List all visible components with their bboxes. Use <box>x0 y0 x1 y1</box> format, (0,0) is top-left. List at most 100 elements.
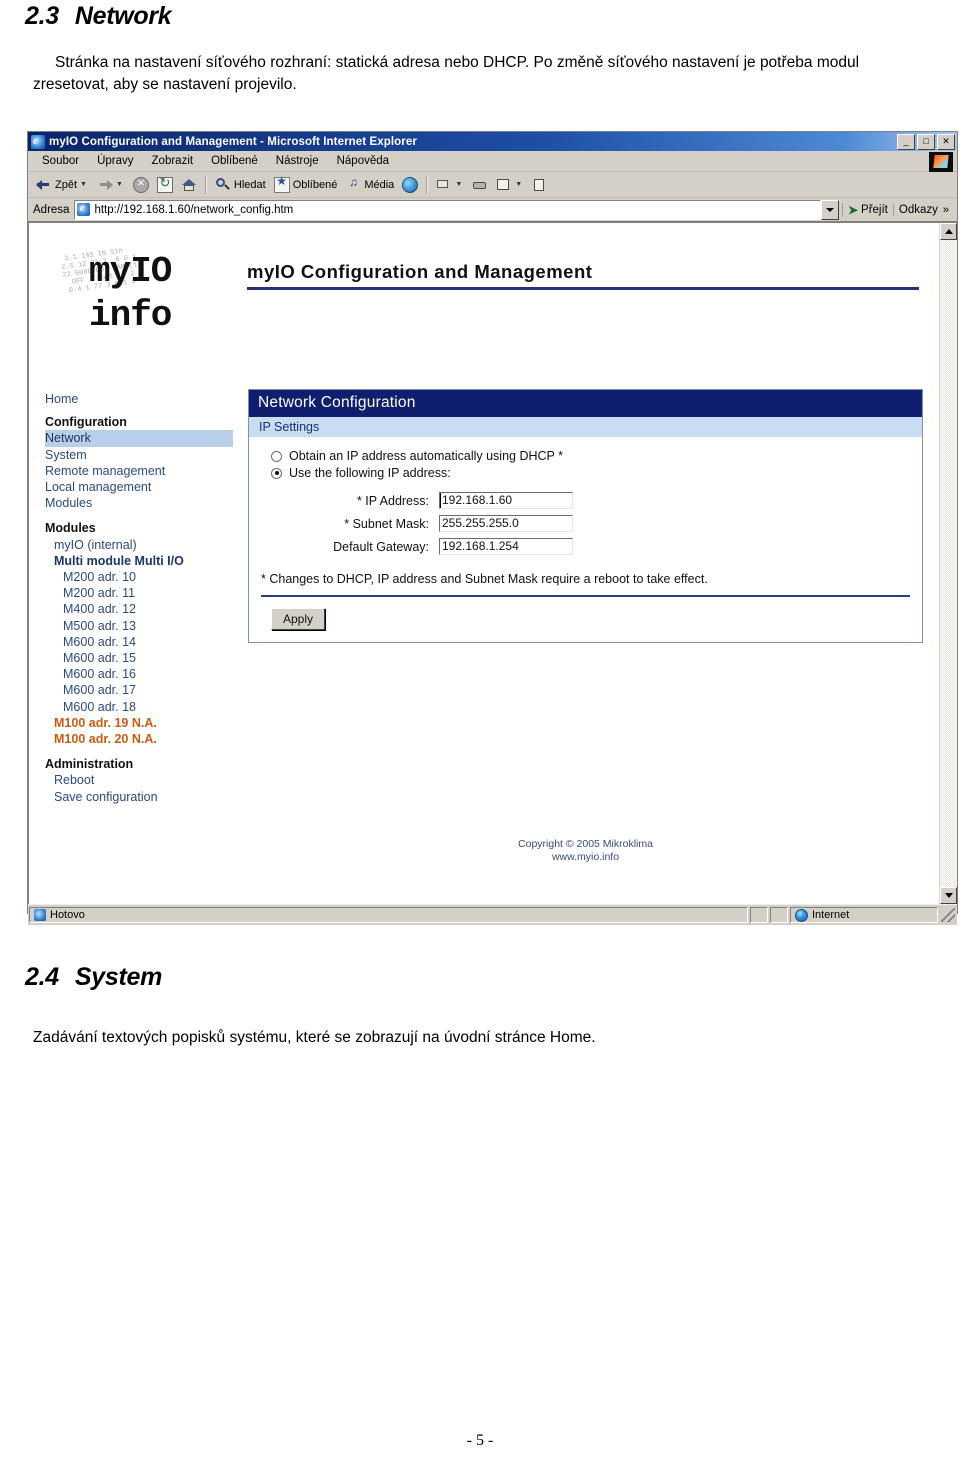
sidebar-item-module-2[interactable]: M400 adr. 12 <box>45 601 241 617</box>
sidebar-item-system[interactable]: System <box>45 447 241 463</box>
apply-button[interactable]: Apply <box>271 608 325 630</box>
sidebar-group-administration: Administration <box>45 757 134 772</box>
sidebar-item-module-6[interactable]: M600 adr. 16 <box>45 666 241 682</box>
chevron-down-icon <box>945 893 953 898</box>
status-pane-3 <box>770 907 788 923</box>
address-input[interactable]: http://192.168.1.60/network_config.htm <box>74 199 821 220</box>
links-button[interactable]: Odkazy » <box>892 203 954 216</box>
maximize-button[interactable]: □ <box>917 134 935 150</box>
ip-address-label: * IP Address: <box>356 493 429 508</box>
sidebar-item-module-5[interactable]: M600 adr. 15 <box>45 650 241 666</box>
globe-icon <box>795 908 808 922</box>
browser-toolbar: Zpět ▼ ▼ Hledat Oblíbené Média ▼ <box>28 172 957 198</box>
back-dropdown-icon[interactable]: ▼ <box>80 181 87 188</box>
home-button[interactable] <box>177 176 201 194</box>
edit-button[interactable]: ▼ <box>492 176 528 194</box>
media-button-label: Média <box>364 178 395 191</box>
print-button[interactable] <box>468 176 492 194</box>
radio-dhcp-icon[interactable] <box>271 450 282 462</box>
sidebar-item-save-configuration[interactable]: Save configuration <box>45 789 241 805</box>
menu-item-zobrazit[interactable]: Zobrazit <box>143 154 203 168</box>
menu-item-napoveda[interactable]: Nápověda <box>328 154 398 168</box>
search-button[interactable]: Hledat <box>211 176 270 194</box>
close-button[interactable]: ✕ <box>937 134 955 150</box>
browser-addressbar: Adresa http://192.168.1.60/network_confi… <box>28 198 957 222</box>
menu-item-upravy[interactable]: Úpravy <box>88 154 142 168</box>
forward-dropdown-icon[interactable]: ▼ <box>116 181 123 188</box>
sidebar-item-module-3[interactable]: M500 adr. 13 <box>45 618 241 634</box>
scrollbar-track[interactable] <box>940 240 957 887</box>
chevron-up-icon <box>945 229 953 234</box>
sidebar-item-reboot[interactable]: Reboot <box>45 772 241 788</box>
menu-item-soubor[interactable]: Soubor <box>33 154 88 168</box>
sidebar-item-local-management[interactable]: Local management <box>45 479 241 495</box>
scroll-down-button[interactable] <box>940 887 957 904</box>
section-paragraph-system: Zadávání textových popisků systému, kter… <box>33 1029 596 1046</box>
menu-item-oblibene[interactable]: Oblíbené <box>202 154 267 168</box>
stop-button[interactable] <box>129 175 153 194</box>
default-gateway-input[interactable]: 192.168.1.254 <box>439 538 573 555</box>
printer-icon <box>472 177 488 193</box>
scroll-up-button[interactable] <box>940 223 957 240</box>
status-ie-icon <box>34 909 46 921</box>
media-button[interactable]: Média <box>341 175 398 194</box>
address-dropdown-button[interactable] <box>820 199 839 220</box>
back-button-label: Zpět <box>55 178 78 191</box>
radio-static-ip-icon[interactable] <box>271 467 282 479</box>
minimize-button[interactable]: _ <box>897 134 915 150</box>
vertical-scrollbar[interactable] <box>939 223 957 904</box>
section-number: 2.3 <box>25 2 59 30</box>
refresh-button[interactable] <box>153 175 177 194</box>
sidebar-item-multi-module[interactable]: Multi module Multi I/O <box>45 553 241 569</box>
sidebar-item-module-8[interactable]: M600 adr. 18 <box>45 699 241 715</box>
sidebar-item-remote-management[interactable]: Remote management <box>45 463 241 479</box>
mail-button[interactable]: ▼ <box>432 176 468 194</box>
mail-dropdown-icon[interactable]: ▼ <box>455 181 462 188</box>
browser-viewport: 3.1 145 IN 51n 2.5 12 01.1 6 0 1 22 5086… <box>28 222 957 904</box>
website-link[interactable]: www.myio.info <box>248 851 923 864</box>
ip-address-input[interactable]: 192.168.1.60 <box>439 492 573 509</box>
sidebar-item-home[interactable]: Home <box>45 391 241 407</box>
sidebar-item-network[interactable]: Network <box>45 430 233 447</box>
radio-row-static-ip[interactable]: Use the following IP address: <box>271 466 910 480</box>
history-clock-icon <box>402 176 419 193</box>
status-pane-2 <box>750 907 768 923</box>
forward-button[interactable]: ▼ <box>93 176 129 194</box>
subnet-mask-input[interactable]: 255.255.255.0 <box>439 515 573 532</box>
browser-titlebar: myIO Configuration and Management - Micr… <box>28 132 957 151</box>
home-icon <box>181 177 197 193</box>
menu-item-nastroje[interactable]: Nástroje <box>267 154 328 168</box>
discuss-button[interactable] <box>528 176 552 194</box>
go-arrow-icon: ➤ <box>847 202 859 217</box>
ip-settings-table: * IP Address: 192.168.1.60 * Subnet Mask… <box>261 489 573 558</box>
security-zone-text: Internet <box>812 909 850 921</box>
sidebar-item-module-0[interactable]: M200 adr. 10 <box>45 569 241 585</box>
security-zone-pane[interactable]: Internet <box>790 907 938 923</box>
window-title: myIO Configuration and Management - Micr… <box>49 135 417 148</box>
edit-dropdown-icon[interactable]: ▼ <box>515 181 522 188</box>
sidebar-item-modules[interactable]: Modules <box>45 495 241 511</box>
media-note-icon <box>345 175 361 193</box>
sidebar-item-module-7[interactable]: M600 adr. 17 <box>45 682 241 698</box>
history-button[interactable] <box>398 176 422 194</box>
go-button[interactable]: ➤ Přejít <box>841 202 893 217</box>
table-row: * IP Address: 192.168.1.60 <box>261 489 573 512</box>
sidebar-item-myio-internal[interactable]: myIO (internal) <box>45 537 241 553</box>
ip-address-cell: 192.168.1.60 <box>439 489 573 512</box>
resize-grip[interactable] <box>941 908 955 922</box>
edit-page-icon <box>496 177 512 193</box>
maximize-icon: □ <box>923 136 929 146</box>
sidebar-item-module-10[interactable]: M100 adr. 20 N.A. <box>45 731 241 747</box>
webpage-canvas: 3.1 145 IN 51n 2.5 12 01.1 6 0 1 22 5086… <box>29 223 940 904</box>
sidebar-item-module-1[interactable]: M200 adr. 11 <box>45 585 241 601</box>
toolbar-separator-2 <box>426 175 429 194</box>
discuss-icon <box>532 177 548 193</box>
sidebar-item-module-4[interactable]: M600 adr. 14 <box>45 634 241 650</box>
minimize-icon: _ <box>903 136 909 146</box>
back-button[interactable]: Zpět ▼ <box>32 176 93 194</box>
sidebar-item-module-9[interactable]: M100 adr. 19 N.A. <box>45 715 241 731</box>
radio-row-dhcp[interactable]: Obtain an IP address automatically using… <box>271 449 910 463</box>
table-row: * Subnet Mask: 255.255.255.0 <box>261 512 573 535</box>
favorites-button[interactable]: Oblíbené <box>270 174 342 194</box>
section-title: Network <box>74 2 172 30</box>
